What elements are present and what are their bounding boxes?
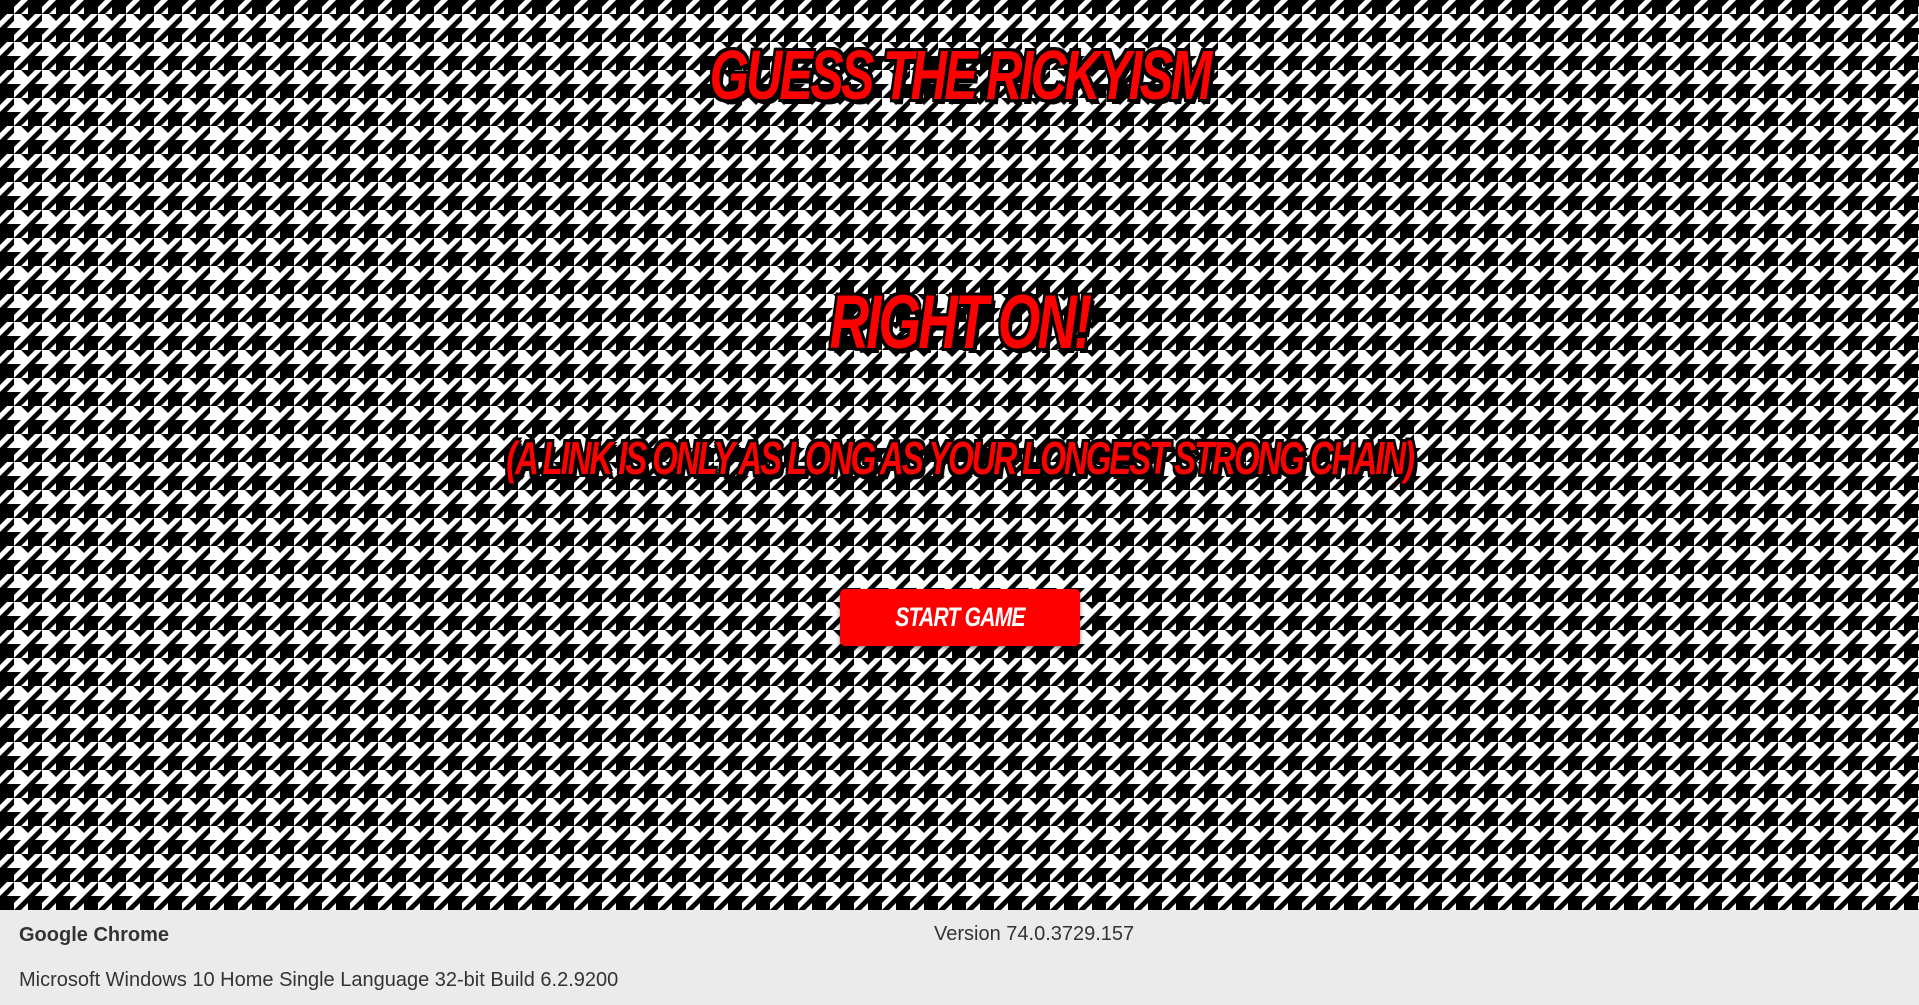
rickyism-quote: (A LINK IS ONLY AS LONG AS YOUR LONGEST … bbox=[506, 432, 1415, 484]
game-title: GUESS THE RICKYISM bbox=[709, 36, 1213, 114]
browser-info-bar: Google Chrome Version 74.0.3729.157 Micr… bbox=[0, 910, 1919, 1005]
browser-version: Version 74.0.3729.157 bbox=[934, 923, 1135, 945]
start-game-button-label: START GAME bbox=[895, 602, 1025, 632]
start-game-button[interactable]: START GAME bbox=[840, 589, 1080, 646]
answer-feedback: RIGHT ON! bbox=[829, 280, 1093, 365]
game-area: GUESS THE RICKYISM RIGHT ON! (A LINK IS … bbox=[0, 0, 1919, 910]
os-info: Microsoft Windows 10 Home Single Languag… bbox=[19, 969, 619, 991]
browser-name: Google Chrome bbox=[19, 924, 170, 946]
